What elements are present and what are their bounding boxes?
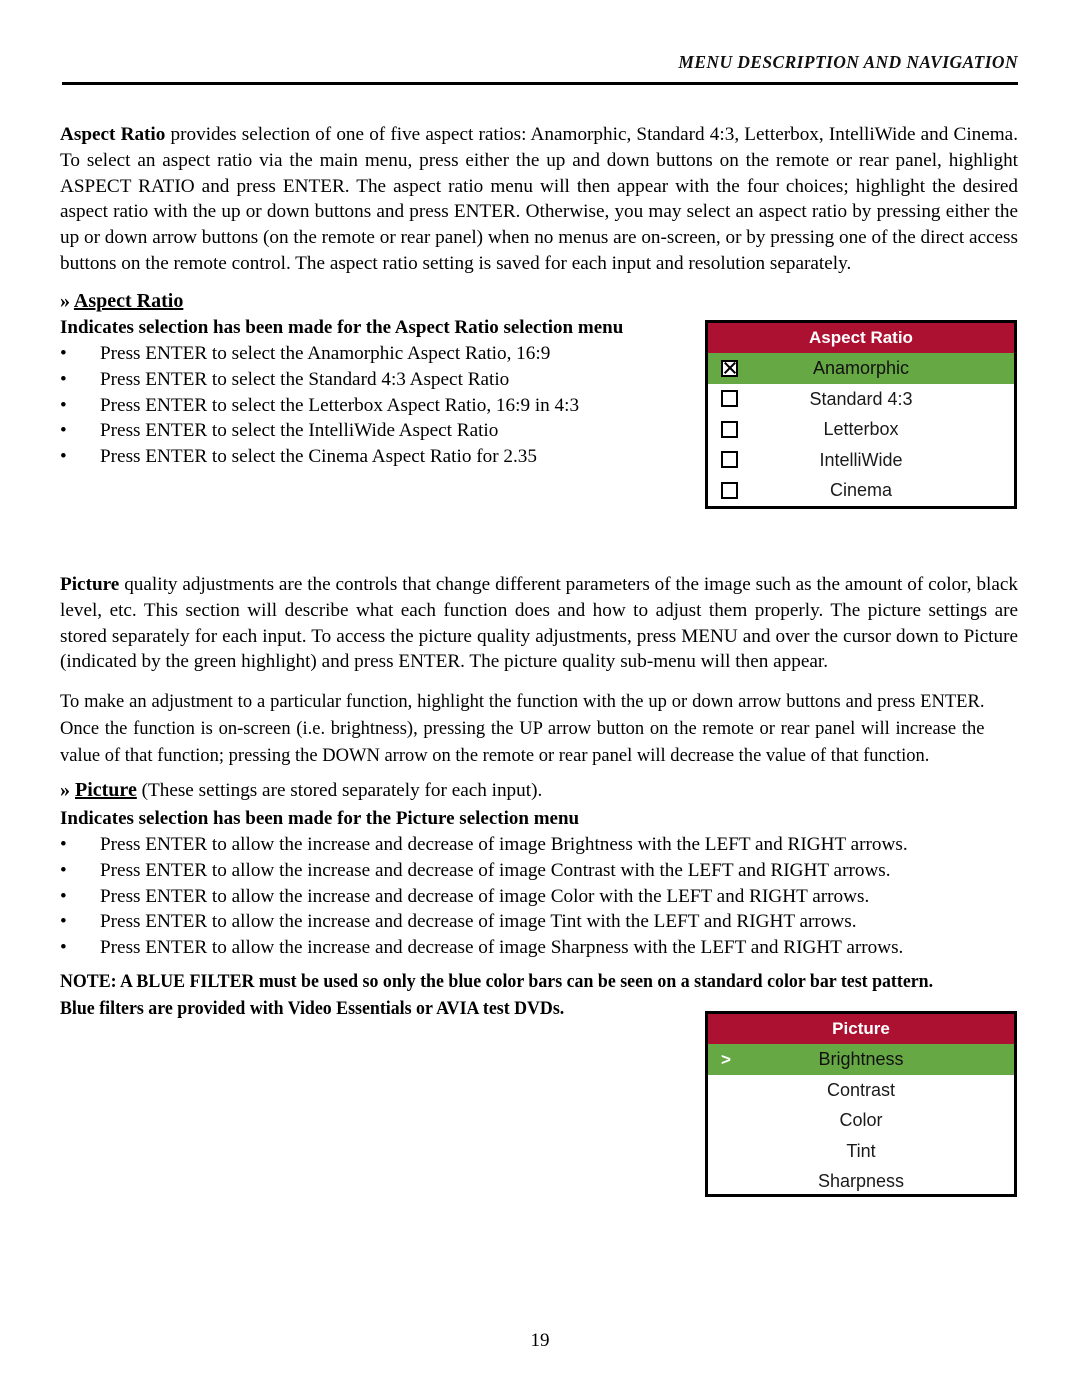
menu-item-label: Color bbox=[839, 1110, 883, 1130]
aspect-ratio-osd-menu[interactable]: Aspect Ratio Anamorphic Standard 4:3 Let… bbox=[705, 320, 1017, 509]
bullet-marker: • bbox=[60, 911, 67, 933]
aspect-ratio-menu-item-intelliwide[interactable]: IntelliWide bbox=[708, 445, 1014, 476]
bullet-marker: • bbox=[60, 368, 67, 390]
picture-menu-item-brightness[interactable]: > Brightness bbox=[708, 1044, 1014, 1075]
checkbox-icon[interactable] bbox=[721, 414, 738, 445]
aspect-ratio-menu-item-letterbox[interactable]: Letterbox bbox=[708, 414, 1014, 445]
menu-item-label: Sharpness bbox=[817, 1171, 905, 1191]
picture-heading-text: Picture bbox=[75, 779, 137, 801]
bullet-marker: • bbox=[60, 446, 67, 468]
list-item-label: Press ENTER to select the IntelliWide As… bbox=[100, 420, 499, 442]
list-item-label: Press ENTER to allow the increase and de… bbox=[100, 885, 870, 907]
aspect-ratio-bullet-list: • Press ENTER to select the Anamorphic As… bbox=[60, 341, 700, 470]
aspect-ratio-menu-title: Aspect Ratio bbox=[708, 323, 1014, 353]
note-line-1: NOTE: A BLUE FILTER must be used so only… bbox=[60, 971, 934, 992]
bullet-marker: • bbox=[60, 859, 67, 881]
picture-heading-marker: » bbox=[60, 779, 70, 801]
list-item: • Press ENTER to allow the increase and d… bbox=[60, 832, 1018, 858]
list-item-label: Press ENTER to allow the increase and de… bbox=[100, 834, 908, 855]
picture-intro-paragraph: Picture quality adjustments are the cont… bbox=[60, 572, 1018, 675]
list-item-label: Press ENTER to select the Standard 4:3 A… bbox=[100, 368, 510, 390]
bullet-marker: • bbox=[60, 394, 67, 416]
aspect-ratio-intro-paragraph: Aspect Ratio provides selection of one o… bbox=[60, 122, 1018, 277]
list-item: • Press ENTER to allow the increase and d… bbox=[60, 935, 1018, 961]
page-running-header: MENU DESCRIPTION AND NAVIGATION bbox=[62, 52, 1018, 85]
picture-menu-item-contrast[interactable]: Contrast bbox=[708, 1075, 1014, 1106]
list-item-label: Press ENTER to allow the increase and de… bbox=[100, 859, 891, 881]
menu-item-label: Contrast bbox=[826, 1079, 896, 1100]
checkbox-checked-icon[interactable] bbox=[721, 353, 738, 384]
list-item: • Press ENTER to select the Standard 4:3 … bbox=[60, 367, 700, 393]
list-item: • Press ENTER to select the Letterbox Asp… bbox=[60, 393, 700, 419]
list-item-label: Press ENTER to allow the increase and de… bbox=[100, 911, 857, 933]
list-item-label: Press ENTER to select the Letterbox Aspe… bbox=[100, 394, 580, 416]
picture-heading-suffix: (These settings are stored separately fo… bbox=[136, 780, 543, 801]
aspect-ratio-intro-body: provides selection of one of five aspect… bbox=[60, 124, 1018, 274]
bullet-marker: • bbox=[60, 343, 67, 364]
menu-item-label: Brightness bbox=[818, 1049, 904, 1069]
picture-adjustment-paragraph: To make an adjustment to a particular fu… bbox=[60, 688, 984, 769]
aspect-ratio-menu-item-anamorphic[interactable]: Anamorphic bbox=[708, 353, 1014, 384]
bullet-marker: • bbox=[60, 834, 67, 855]
picture-menu-item-color[interactable]: Color bbox=[708, 1105, 1014, 1136]
menu-item-label: Tint bbox=[846, 1140, 876, 1161]
picture-intro-lead: Picture bbox=[60, 574, 120, 595]
menu-item-label: Standard 4:3 bbox=[809, 388, 913, 409]
checkbox-icon[interactable] bbox=[721, 384, 738, 415]
menu-item-label: Anamorphic bbox=[812, 358, 910, 378]
bullet-marker: • bbox=[60, 420, 67, 442]
menu-item-label: Cinema bbox=[829, 480, 893, 500]
list-item: • Press ENTER to allow the increase and d… bbox=[60, 909, 1018, 935]
checkbox-icon[interactable] bbox=[721, 475, 738, 506]
aspect-ratio-heading-text: Aspect Ratio bbox=[73, 290, 184, 312]
list-item: • Press ENTER to select the IntelliWide A… bbox=[60, 418, 700, 444]
picture-subheading: Indicates selection has been made for th… bbox=[60, 808, 580, 829]
list-item: • Press ENTER to allow the increase and d… bbox=[60, 884, 1018, 910]
aspect-ratio-menu-item-cinema[interactable]: Cinema bbox=[708, 475, 1014, 506]
header-rule bbox=[62, 82, 1018, 85]
menu-item-label: Letterbox bbox=[823, 419, 899, 439]
aspect-ratio-intro-lead: Aspect Ratio bbox=[60, 124, 166, 145]
picture-menu-item-sharpness[interactable]: Sharpness bbox=[708, 1166, 1014, 1197]
picture-adjustment-text: To make an adjustment to a particular fu… bbox=[60, 691, 985, 766]
picture-osd-menu[interactable]: Picture > Brightness Contrast Color Tint… bbox=[705, 1011, 1017, 1197]
page-number: 19 bbox=[530, 1330, 550, 1351]
list-item: • Press ENTER to allow the increase and d… bbox=[60, 858, 1018, 884]
picture-menu-title: Picture bbox=[708, 1014, 1014, 1044]
aspect-ratio-menu-item-standard-43[interactable]: Standard 4:3 bbox=[708, 384, 1014, 415]
aspect-ratio-heading-marker: » bbox=[60, 290, 70, 312]
picture-intro-body: quality adjustments are the controls tha… bbox=[60, 574, 1018, 673]
bullet-marker: • bbox=[60, 937, 67, 959]
aspect-ratio-heading: » Aspect Ratio bbox=[60, 290, 183, 313]
menu-item-label: IntelliWide bbox=[819, 449, 903, 470]
checkbox-icon[interactable] bbox=[721, 445, 738, 476]
selection-arrow-glyph: > bbox=[721, 1049, 731, 1069]
bullet-marker: • bbox=[60, 885, 67, 907]
list-item: • Press ENTER to select the Cinema Aspect… bbox=[60, 444, 700, 470]
picture-menu-item-tint[interactable]: Tint bbox=[708, 1136, 1014, 1167]
list-item: • Press ENTER to select the Anamorphic As… bbox=[60, 341, 700, 367]
picture-heading: » Picture (These settings are stored sep… bbox=[60, 779, 542, 802]
list-item-label: Press ENTER to select the Cinema Aspect … bbox=[100, 446, 537, 468]
list-item-label: Press ENTER to select the Anamorphic Asp… bbox=[100, 343, 551, 364]
list-item-label: Press ENTER to allow the increase and de… bbox=[100, 937, 904, 959]
selection-arrow-icon: > bbox=[721, 1044, 731, 1075]
picture-bullet-list: • Press ENTER to allow the increase and d… bbox=[60, 832, 1018, 961]
aspect-ratio-subheading: Indicates selection has been made for th… bbox=[60, 317, 624, 338]
running-header-title: MENU DESCRIPTION AND NAVIGATION bbox=[678, 52, 1018, 72]
